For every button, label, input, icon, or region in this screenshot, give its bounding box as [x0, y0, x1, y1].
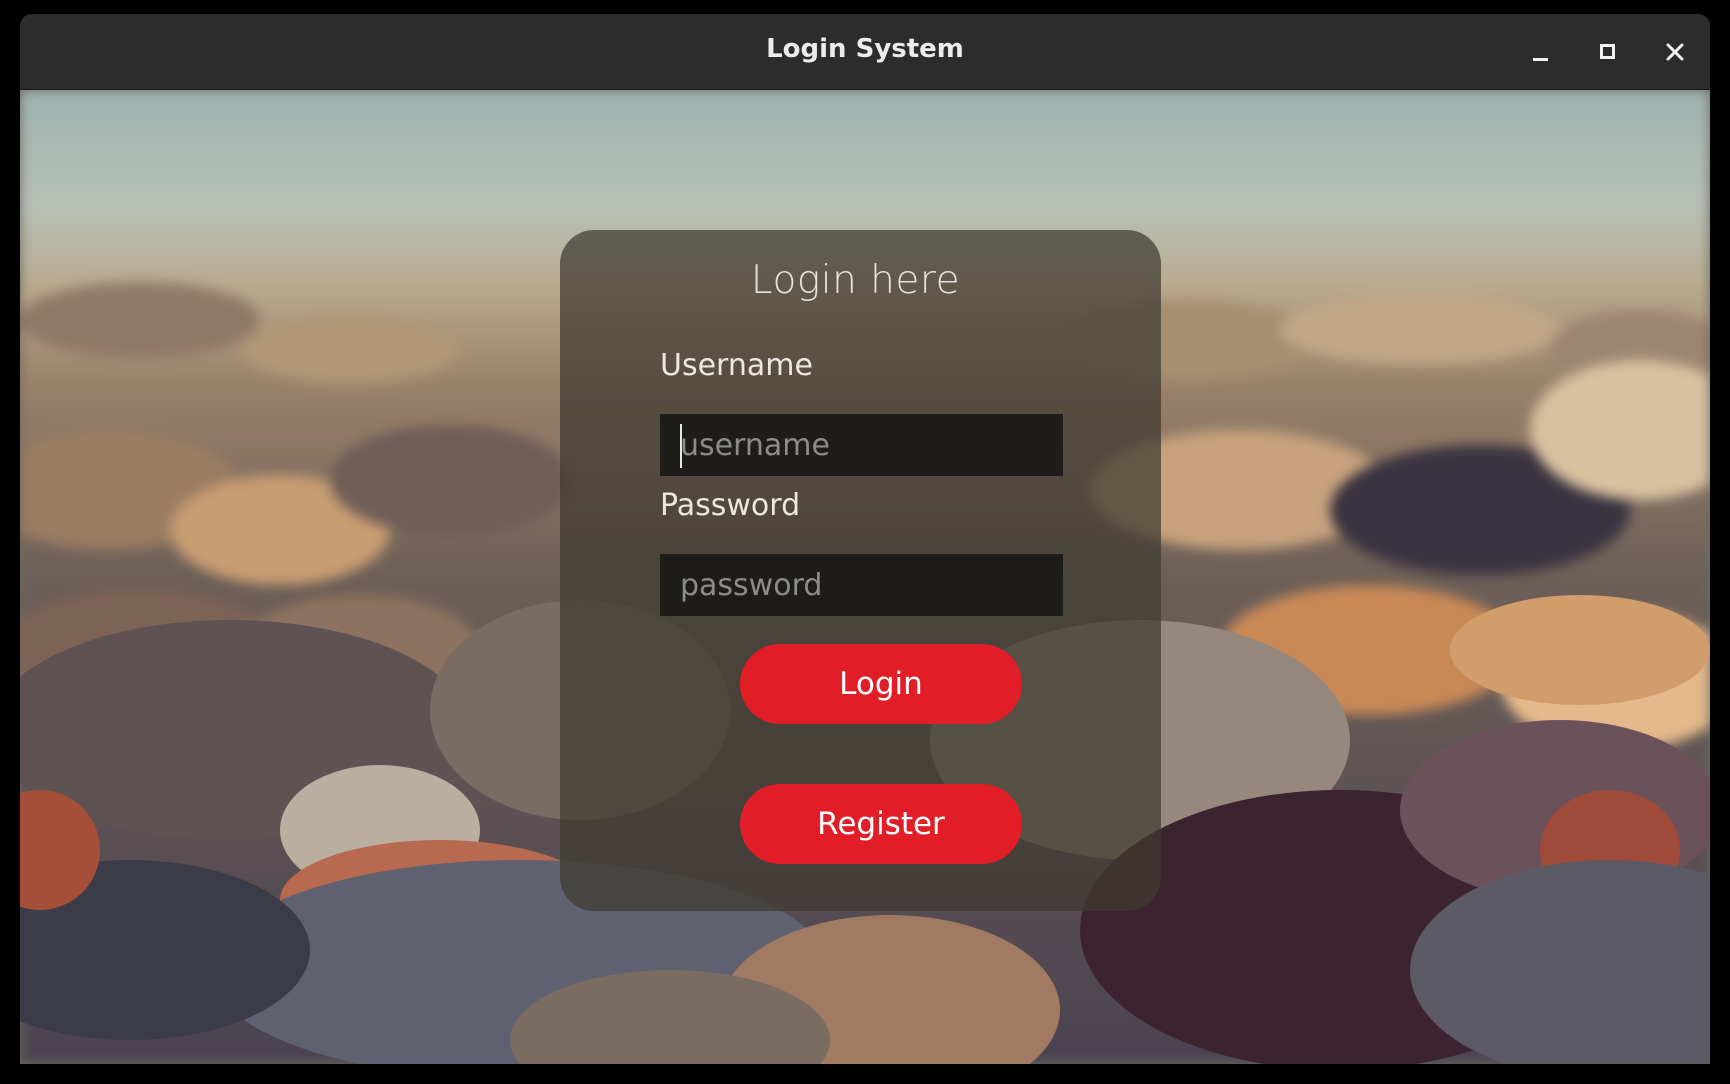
- login-button[interactable]: Login: [740, 644, 1022, 724]
- minimize-button[interactable]: [1522, 34, 1558, 70]
- minimize-icon: [1533, 58, 1548, 61]
- register-button[interactable]: Register: [740, 784, 1022, 864]
- login-panel: Login here Username Password Login Regis…: [560, 230, 1161, 911]
- app-window: Login System Login here Username usernam…: [20, 14, 1710, 1064]
- maximize-icon: [1600, 44, 1615, 59]
- password-input[interactable]: [660, 554, 1063, 616]
- login-heading: Login here: [750, 258, 961, 303]
- window-title: Login System: [766, 34, 964, 64]
- close-icon: [1666, 43, 1684, 61]
- username-input[interactable]: [660, 414, 1063, 476]
- close-button[interactable]: [1657, 34, 1693, 70]
- username-label: Username: [660, 348, 813, 383]
- password-label: Password: [660, 488, 801, 523]
- text-cursor: [680, 424, 682, 468]
- window-content: Login here Username Password Login Regis…: [20, 90, 1710, 1064]
- maximize-button[interactable]: [1590, 34, 1626, 70]
- title-bar[interactable]: Login System: [20, 14, 1710, 90]
